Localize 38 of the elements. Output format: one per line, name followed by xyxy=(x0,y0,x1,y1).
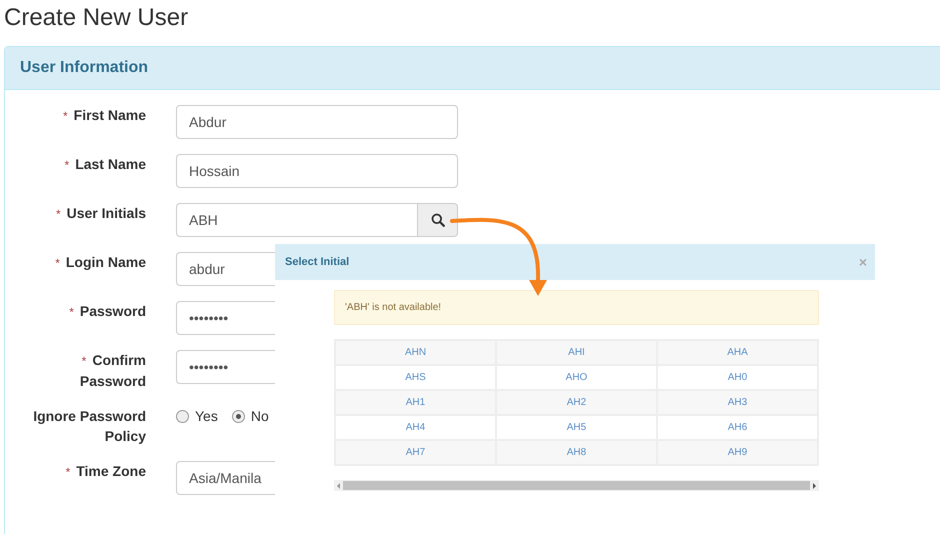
page-title: Create New User xyxy=(4,4,190,32)
search-button[interactable] xyxy=(418,203,458,237)
initial-link[interactable]: AH1 xyxy=(406,397,426,408)
field-label: * Time Zone xyxy=(64,462,146,481)
initial-link[interactable]: AH6 xyxy=(728,422,748,433)
initial-link[interactable]: AHO xyxy=(566,372,588,383)
initial-link[interactable]: AH0 xyxy=(728,372,748,383)
warning-alert: 'ABH' is not available! xyxy=(334,290,819,325)
initial-link[interactable]: AH2 xyxy=(566,397,586,408)
initial-link[interactable]: AHI xyxy=(568,347,585,358)
field-label: * Last Name xyxy=(64,155,146,174)
initial-link[interactable]: AHA xyxy=(727,347,748,358)
initial-link[interactable]: AH5 xyxy=(566,422,586,433)
field-label: * Password xyxy=(68,302,146,321)
radio-button[interactable] xyxy=(176,410,189,422)
input-field[interactable]: ABH xyxy=(176,203,418,237)
field-label: * User Initials xyxy=(54,204,146,223)
close-button[interactable]: × xyxy=(858,255,867,269)
panel-title: User Information xyxy=(5,47,940,90)
initial-link[interactable]: AH9 xyxy=(728,447,748,458)
field-label: * Confirm Password xyxy=(78,351,146,391)
initial-link[interactable]: AH7 xyxy=(406,447,426,458)
input-field[interactable]: Hossain xyxy=(176,154,458,188)
dialog-title: Select Initial xyxy=(285,254,350,270)
initial-link[interactable]: AHN xyxy=(404,347,426,358)
initial-link[interactable]: AH4 xyxy=(406,422,426,433)
search-icon xyxy=(430,213,444,227)
initial-link[interactable]: AH8 xyxy=(566,447,586,458)
input-field[interactable]: Abdur xyxy=(176,105,458,139)
field-label: Ignore Password Policy xyxy=(32,407,146,446)
radio-button[interactable] xyxy=(232,410,245,422)
radio-label[interactable]: No xyxy=(250,406,269,426)
initial-link[interactable]: AHS xyxy=(405,372,426,383)
field-label: * Login Name xyxy=(54,253,146,272)
field-label: * First Name xyxy=(62,106,146,125)
horizontal-scrollbar[interactable] xyxy=(334,480,819,491)
radio-label[interactable]: Yes xyxy=(195,406,218,426)
initial-link[interactable]: AH3 xyxy=(728,397,748,408)
